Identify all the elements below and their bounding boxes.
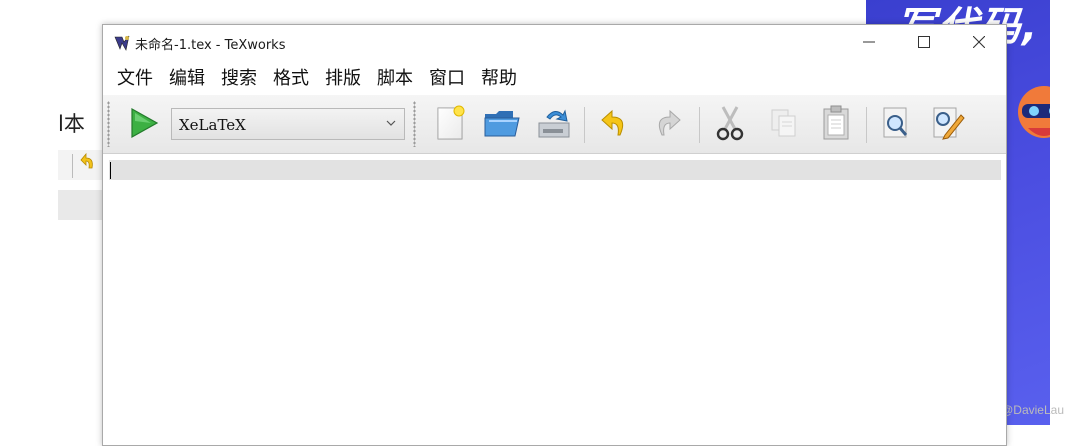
copy-icon (771, 109, 796, 137)
replace-button[interactable] (929, 104, 967, 142)
typeset-engine-select[interactable]: XeLaTeX (171, 108, 405, 140)
cut-button[interactable] (711, 104, 749, 142)
toolbar-separator (699, 107, 700, 143)
open-file-button[interactable] (483, 104, 521, 142)
replace-icon (933, 107, 965, 140)
current-line-highlight (109, 160, 1001, 180)
save-button[interactable] (535, 104, 573, 142)
menu-search[interactable]: 搜索 (213, 61, 265, 92)
toolbar-separator (866, 107, 867, 143)
save-icon (538, 109, 570, 138)
toolbar-separator (584, 107, 585, 143)
menu-format[interactable]: 格式 (265, 61, 317, 92)
menu-edit[interactable]: 编辑 (161, 61, 213, 92)
texworks-window: 未命名-1.tex - TeXworks 文件 编辑 搜索 格式 排版 脚本 窗… (102, 24, 1007, 446)
background-window: l本 (0, 0, 118, 425)
new-file-icon (437, 105, 465, 140)
background-strip (58, 190, 108, 220)
menu-typeset[interactable]: 排版 (317, 61, 369, 92)
toolbar-grip[interactable] (107, 101, 110, 147)
new-file-button[interactable] (431, 104, 469, 142)
typeset-engine-value: XeLaTeX (179, 116, 246, 134)
paste-button[interactable] (817, 104, 855, 142)
title-bar[interactable]: 未命名-1.tex - TeXworks (103, 25, 1006, 59)
chevron-down-icon (386, 120, 396, 126)
text-cursor (110, 162, 111, 179)
menu-help[interactable]: 帮助 (473, 61, 525, 92)
window-title: 未命名-1.tex - TeXworks (135, 38, 286, 53)
texworks-app-icon (114, 35, 130, 51)
copy-button[interactable] (765, 104, 803, 142)
close-icon (973, 36, 985, 48)
undo-icon (601, 109, 624, 136)
editor-area[interactable] (103, 154, 1006, 445)
background-menu-fragment: l本 (58, 112, 85, 136)
menu-window[interactable]: 窗口 (421, 61, 473, 92)
close-button[interactable] (956, 25, 1002, 59)
open-folder-icon (484, 111, 520, 137)
redo-icon (658, 109, 681, 136)
menu-bar: 文件 编辑 搜索 格式 排版 脚本 窗口 帮助 (103, 61, 1012, 93)
minimize-icon (863, 41, 875, 43)
maximize-icon (918, 36, 930, 48)
toolbar-grip[interactable] (413, 101, 416, 147)
minimize-button[interactable] (846, 25, 892, 59)
typeset-run-icon (131, 107, 159, 139)
main-toolbar: XeLaTeX (103, 95, 1006, 154)
menu-file[interactable]: 文件 (109, 61, 161, 92)
menu-scripts[interactable]: 脚本 (369, 61, 421, 92)
paste-icon (823, 105, 849, 140)
typeset-button[interactable] (125, 104, 163, 142)
separator (72, 154, 73, 178)
cut-icon (716, 106, 744, 141)
redo-button[interactable] (649, 104, 687, 142)
maximize-button[interactable] (901, 25, 947, 59)
undo-icon (80, 152, 93, 169)
mascot-figure (1018, 86, 1050, 138)
undo-button[interactable] (595, 104, 633, 142)
find-button[interactable] (877, 104, 915, 142)
find-icon (883, 107, 908, 138)
